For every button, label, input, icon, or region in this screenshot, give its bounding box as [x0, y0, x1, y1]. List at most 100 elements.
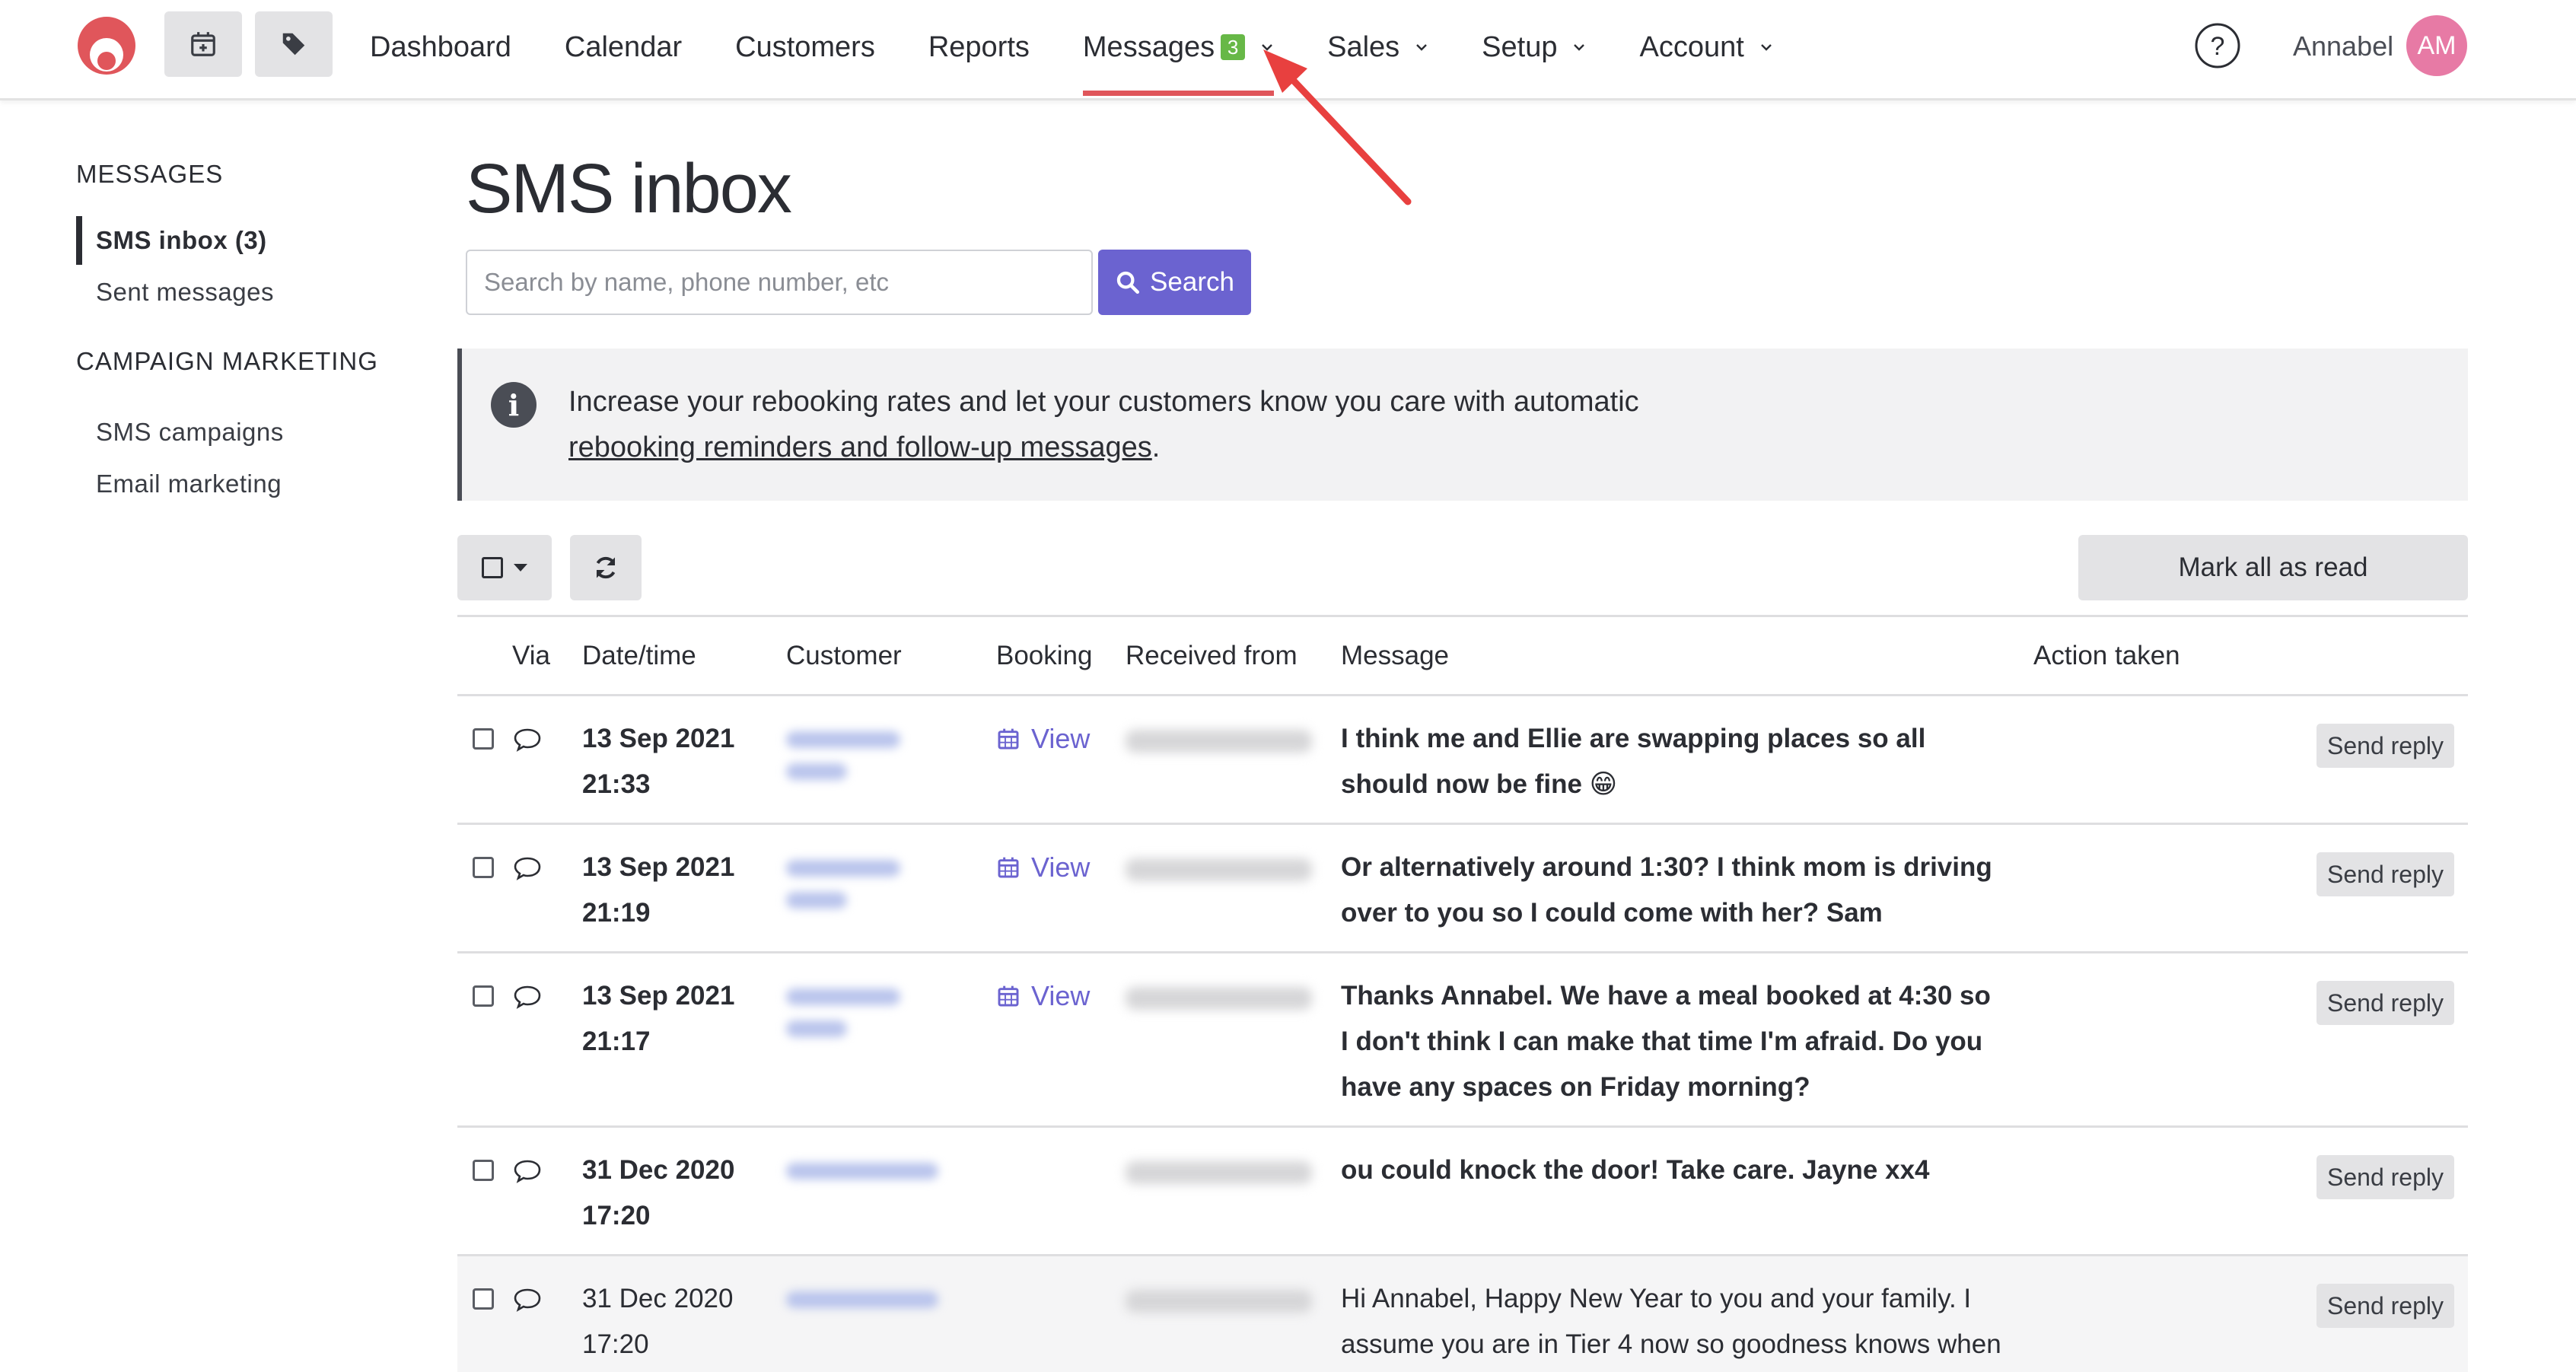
mark-all-read-button[interactable]: Mark all as read — [2078, 535, 2468, 600]
top-navigation-bar: Dashboard Calendar Customers Reports Mes… — [0, 0, 2576, 100]
sidebar-item-email-marketing[interactable]: Email marketing — [76, 460, 411, 508]
row-customer[interactable] — [786, 1126, 996, 1256]
chevron-down-icon — [1760, 44, 1772, 51]
row-customer[interactable] — [786, 695, 996, 825]
view-booking-label: View — [1031, 723, 1091, 754]
row-time: 21:19 — [582, 898, 651, 928]
view-booking-link[interactable]: View — [996, 716, 1126, 762]
blurred-customer-name — [786, 731, 900, 748]
nav-account-label: Account — [1639, 30, 1744, 63]
row-customer[interactable] — [786, 952, 996, 1128]
nav-sales[interactable]: Sales — [1327, 0, 1428, 94]
row-date: 31 Dec 2020 — [582, 1284, 734, 1313]
header-via: Via — [512, 615, 582, 696]
bulk-select-dropdown[interactable] — [457, 535, 552, 600]
info-message: Increase your rebooking rates and let yo… — [568, 386, 1639, 418]
sidebar-item-sent-messages[interactable]: Sent messages — [76, 268, 411, 317]
app-logo-icon[interactable] — [76, 15, 137, 76]
sidebar-item-sms-inbox[interactable]: SMS inbox (3) — [76, 216, 411, 265]
row-action-taken — [2033, 952, 2307, 1128]
row-time: 17:20 — [582, 1329, 649, 1359]
help-icon[interactable]: ? — [2193, 21, 2242, 70]
page-title: SMS inbox — [466, 150, 792, 228]
header-booking: Booking — [996, 615, 1126, 696]
blurred-customer-name — [786, 892, 847, 909]
unread-count-badge: 3 — [1221, 34, 1246, 60]
new-sale-button[interactable] — [255, 11, 333, 77]
nav-account[interactable]: Account — [1639, 0, 1772, 94]
sidebar-item-sms-campaigns[interactable]: SMS campaigns — [76, 408, 411, 457]
row-customer[interactable] — [786, 1255, 996, 1372]
row-message: Or alternatively around 1:30? I think mo… — [1341, 823, 2033, 953]
header-received-from: Received from — [1126, 615, 1341, 696]
table-row[interactable]: 13 Sep 2021 21:19 View Or alternatively a… — [457, 823, 2468, 953]
blurred-phone-number — [1126, 1161, 1312, 1184]
refresh-button[interactable] — [570, 535, 642, 600]
nav-messages[interactable]: Messages 3 — [1082, 0, 1275, 96]
row-action-taken — [2033, 823, 2307, 953]
header-datetime: Date/time — [582, 615, 786, 696]
send-reply-button[interactable]: Send reply — [2316, 1284, 2454, 1328]
row-datetime: 31 Dec 2020 17:20 — [582, 1126, 786, 1256]
chevron-down-icon — [1262, 44, 1272, 51]
blurred-customer-name — [786, 1291, 938, 1308]
row-booking-empty — [996, 1126, 1126, 1256]
search-input[interactable] — [466, 250, 1093, 315]
nav-sales-label: Sales — [1327, 30, 1400, 63]
row-time: 17:20 — [582, 1201, 651, 1230]
user-name[interactable]: Annabel — [2293, 30, 2393, 62]
messages-table: Via Date/time Customer Booking Received … — [457, 615, 2468, 1372]
sms-bubble-icon — [514, 728, 541, 752]
nav-calendar[interactable]: Calendar — [565, 0, 682, 94]
table-row[interactable]: 13 Sep 2021 21:33 View I think me and Ell… — [457, 695, 2468, 825]
nav-dashboard-label: Dashboard — [370, 30, 511, 63]
row-checkbox[interactable] — [473, 1288, 494, 1310]
calendar-icon — [998, 857, 1019, 878]
row-action-taken — [2033, 1126, 2307, 1256]
search-button[interactable]: Search — [1098, 250, 1251, 315]
row-datetime: 31 Dec 2020 17:20 — [582, 1255, 786, 1372]
send-reply-button[interactable]: Send reply — [2316, 724, 2454, 768]
chevron-down-icon — [1574, 44, 1585, 51]
main-nav: Dashboard Calendar Customers Reports Mes… — [370, 0, 1826, 96]
row-message: I think me and Ellie are swapping places… — [1341, 695, 2033, 825]
row-time: 21:33 — [582, 769, 651, 799]
row-date: 31 Dec 2020 — [582, 1155, 735, 1185]
table-row[interactable]: 31 Dec 2020 17:20 Hi Annabel, Happy New Y… — [457, 1255, 2468, 1372]
blurred-phone-number — [1126, 987, 1312, 1010]
blurred-customer-name — [786, 763, 847, 780]
row-checkbox[interactable] — [473, 857, 494, 878]
row-checkbox[interactable] — [473, 728, 494, 750]
avatar[interactable]: AM — [2406, 15, 2467, 76]
nav-reports[interactable]: Reports — [928, 0, 1030, 94]
chevron-down-icon — [1416, 44, 1428, 51]
info-icon: i — [491, 382, 537, 428]
row-customer[interactable] — [786, 823, 996, 953]
nav-setup[interactable]: Setup — [1482, 0, 1586, 94]
row-checkbox[interactable] — [473, 985, 494, 1007]
blurred-phone-number — [1126, 730, 1312, 753]
send-reply-button[interactable]: Send reply — [2316, 1155, 2454, 1199]
new-appointment-button[interactable] — [164, 11, 242, 77]
row-date: 13 Sep 2021 — [582, 852, 735, 882]
rebooking-reminders-link[interactable]: rebooking reminders and follow-up messag… — [568, 431, 1152, 463]
view-booking-link[interactable]: View — [996, 973, 1126, 1019]
svg-text:?: ? — [2211, 32, 2225, 61]
info-suffix: . — [1151, 431, 1161, 463]
row-action-taken — [2033, 695, 2307, 825]
blurred-customer-name — [786, 988, 900, 1005]
row-checkbox[interactable] — [473, 1160, 494, 1181]
nav-customers[interactable]: Customers — [735, 0, 875, 94]
table-row[interactable]: 31 Dec 2020 17:20 ou could knock the door… — [457, 1126, 2468, 1256]
blurred-customer-name — [786, 1163, 938, 1179]
table-row[interactable]: 13 Sep 2021 21:17 View Thanks Annabel. We… — [457, 952, 2468, 1128]
send-reply-button[interactable]: Send reply — [2316, 852, 2454, 896]
blurred-phone-number — [1126, 1290, 1312, 1313]
row-datetime: 13 Sep 2021 21:33 — [582, 695, 786, 825]
nav-dashboard[interactable]: Dashboard — [370, 0, 511, 94]
tag-icon — [282, 33, 305, 56]
header-action-taken: Action taken — [2033, 615, 2307, 696]
view-booking-link[interactable]: View — [996, 845, 1126, 890]
send-reply-button[interactable]: Send reply — [2316, 981, 2454, 1025]
row-date: 13 Sep 2021 — [582, 981, 735, 1011]
